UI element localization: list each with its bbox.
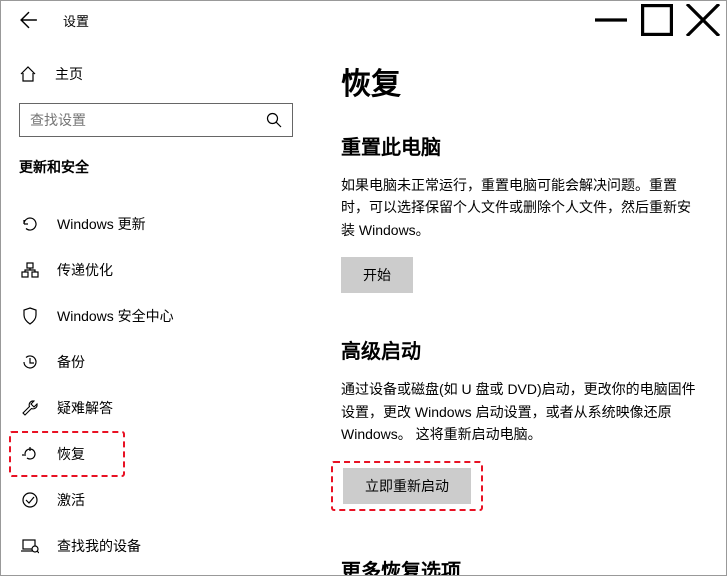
sidebar-item-label: Windows 安全中心 — [57, 306, 174, 326]
sidebar-item-recovery[interactable]: 恢复 — [9, 431, 125, 477]
sidebar-item-label: 查找我的设备 — [57, 536, 141, 556]
sidebar-item-delivery-optimization[interactable]: 传递优化 — [19, 247, 293, 293]
maximize-button[interactable] — [634, 4, 680, 36]
window-controls — [588, 4, 726, 36]
delivery-icon — [21, 261, 39, 279]
reset-section: 重置此电脑 如果电脑未正常运行，重置电脑可能会解决问题。重置时，可以选择保留个人… — [341, 131, 696, 293]
find-device-icon — [21, 537, 39, 555]
sidebar-item-label: Windows 更新 — [57, 214, 146, 234]
reset-description: 如果电脑未正常运行，重置电脑可能会解决问题。重置时，可以选择保留个人文件或删除个… — [341, 174, 696, 241]
shield-icon — [21, 307, 39, 325]
titlebar: 设置 — [1, 1, 726, 39]
page-title: 恢复 — [341, 59, 696, 103]
home-label: 主页 — [55, 64, 83, 84]
sidebar-item-backup[interactable]: 备份 — [19, 339, 293, 385]
activation-icon — [21, 491, 39, 509]
main-panel: 恢复 重置此电脑 如果电脑未正常运行，重置电脑可能会解决问题。重置时，可以选择保… — [311, 39, 726, 575]
search-box[interactable] — [19, 103, 293, 137]
advanced-startup-section: 高级启动 通过设备或磁盘(如 U 盘或 DVD)启动，更改你的电脑固件设置，更改… — [341, 335, 696, 513]
backup-icon — [21, 353, 39, 371]
advanced-restart-highlight: 立即重新启动 — [331, 461, 483, 511]
sidebar-item-activation[interactable]: 激活 — [19, 477, 293, 523]
sidebar: 主页 更新和安全 Windows 更新 传递优化 Windows 安 — [1, 39, 311, 575]
sidebar-item-windows-security[interactable]: Windows 安全中心 — [19, 293, 293, 339]
advanced-heading: 高级启动 — [341, 335, 696, 364]
reset-heading: 重置此电脑 — [341, 131, 696, 160]
sidebar-item-find-device[interactable]: 查找我的设备 — [19, 523, 293, 569]
update-icon — [21, 215, 39, 233]
sidebar-item-label: 传递优化 — [57, 260, 113, 280]
sidebar-item-label: 恢复 — [57, 444, 85, 464]
window-title: 设置 — [63, 11, 89, 30]
sidebar-section-header: 更新和安全 — [19, 157, 293, 177]
advanced-description: 通过设备或磁盘(如 U 盘或 DVD)启动，更改你的电脑固件设置，更改 Wind… — [341, 378, 696, 445]
home-nav[interactable]: 主页 — [19, 57, 293, 91]
search-input[interactable] — [30, 112, 260, 128]
advanced-restart-button[interactable]: 立即重新启动 — [343, 468, 471, 504]
recovery-icon — [21, 445, 39, 463]
sidebar-item-label: 疑难解答 — [57, 398, 113, 418]
minimize-button[interactable] — [588, 4, 634, 36]
search-icon — [266, 112, 282, 128]
reset-start-button[interactable]: 开始 — [341, 257, 413, 293]
home-icon — [19, 65, 37, 83]
back-button[interactable] — [13, 11, 45, 29]
sidebar-item-windows-update[interactable]: Windows 更新 — [19, 201, 293, 247]
close-button[interactable] — [680, 4, 726, 36]
more-heading: 更多恢复选项 — [341, 555, 696, 575]
more-recovery-section: 更多恢复选项 了解如何进行 Windows 的全新安装以便开始全新的体验 — [341, 555, 696, 575]
sidebar-item-label: 激活 — [57, 490, 85, 510]
wrench-icon — [21, 399, 39, 417]
sidebar-item-label: 备份 — [57, 352, 85, 372]
sidebar-item-troubleshoot[interactable]: 疑难解答 — [19, 385, 293, 431]
arrow-left-icon — [20, 11, 38, 29]
